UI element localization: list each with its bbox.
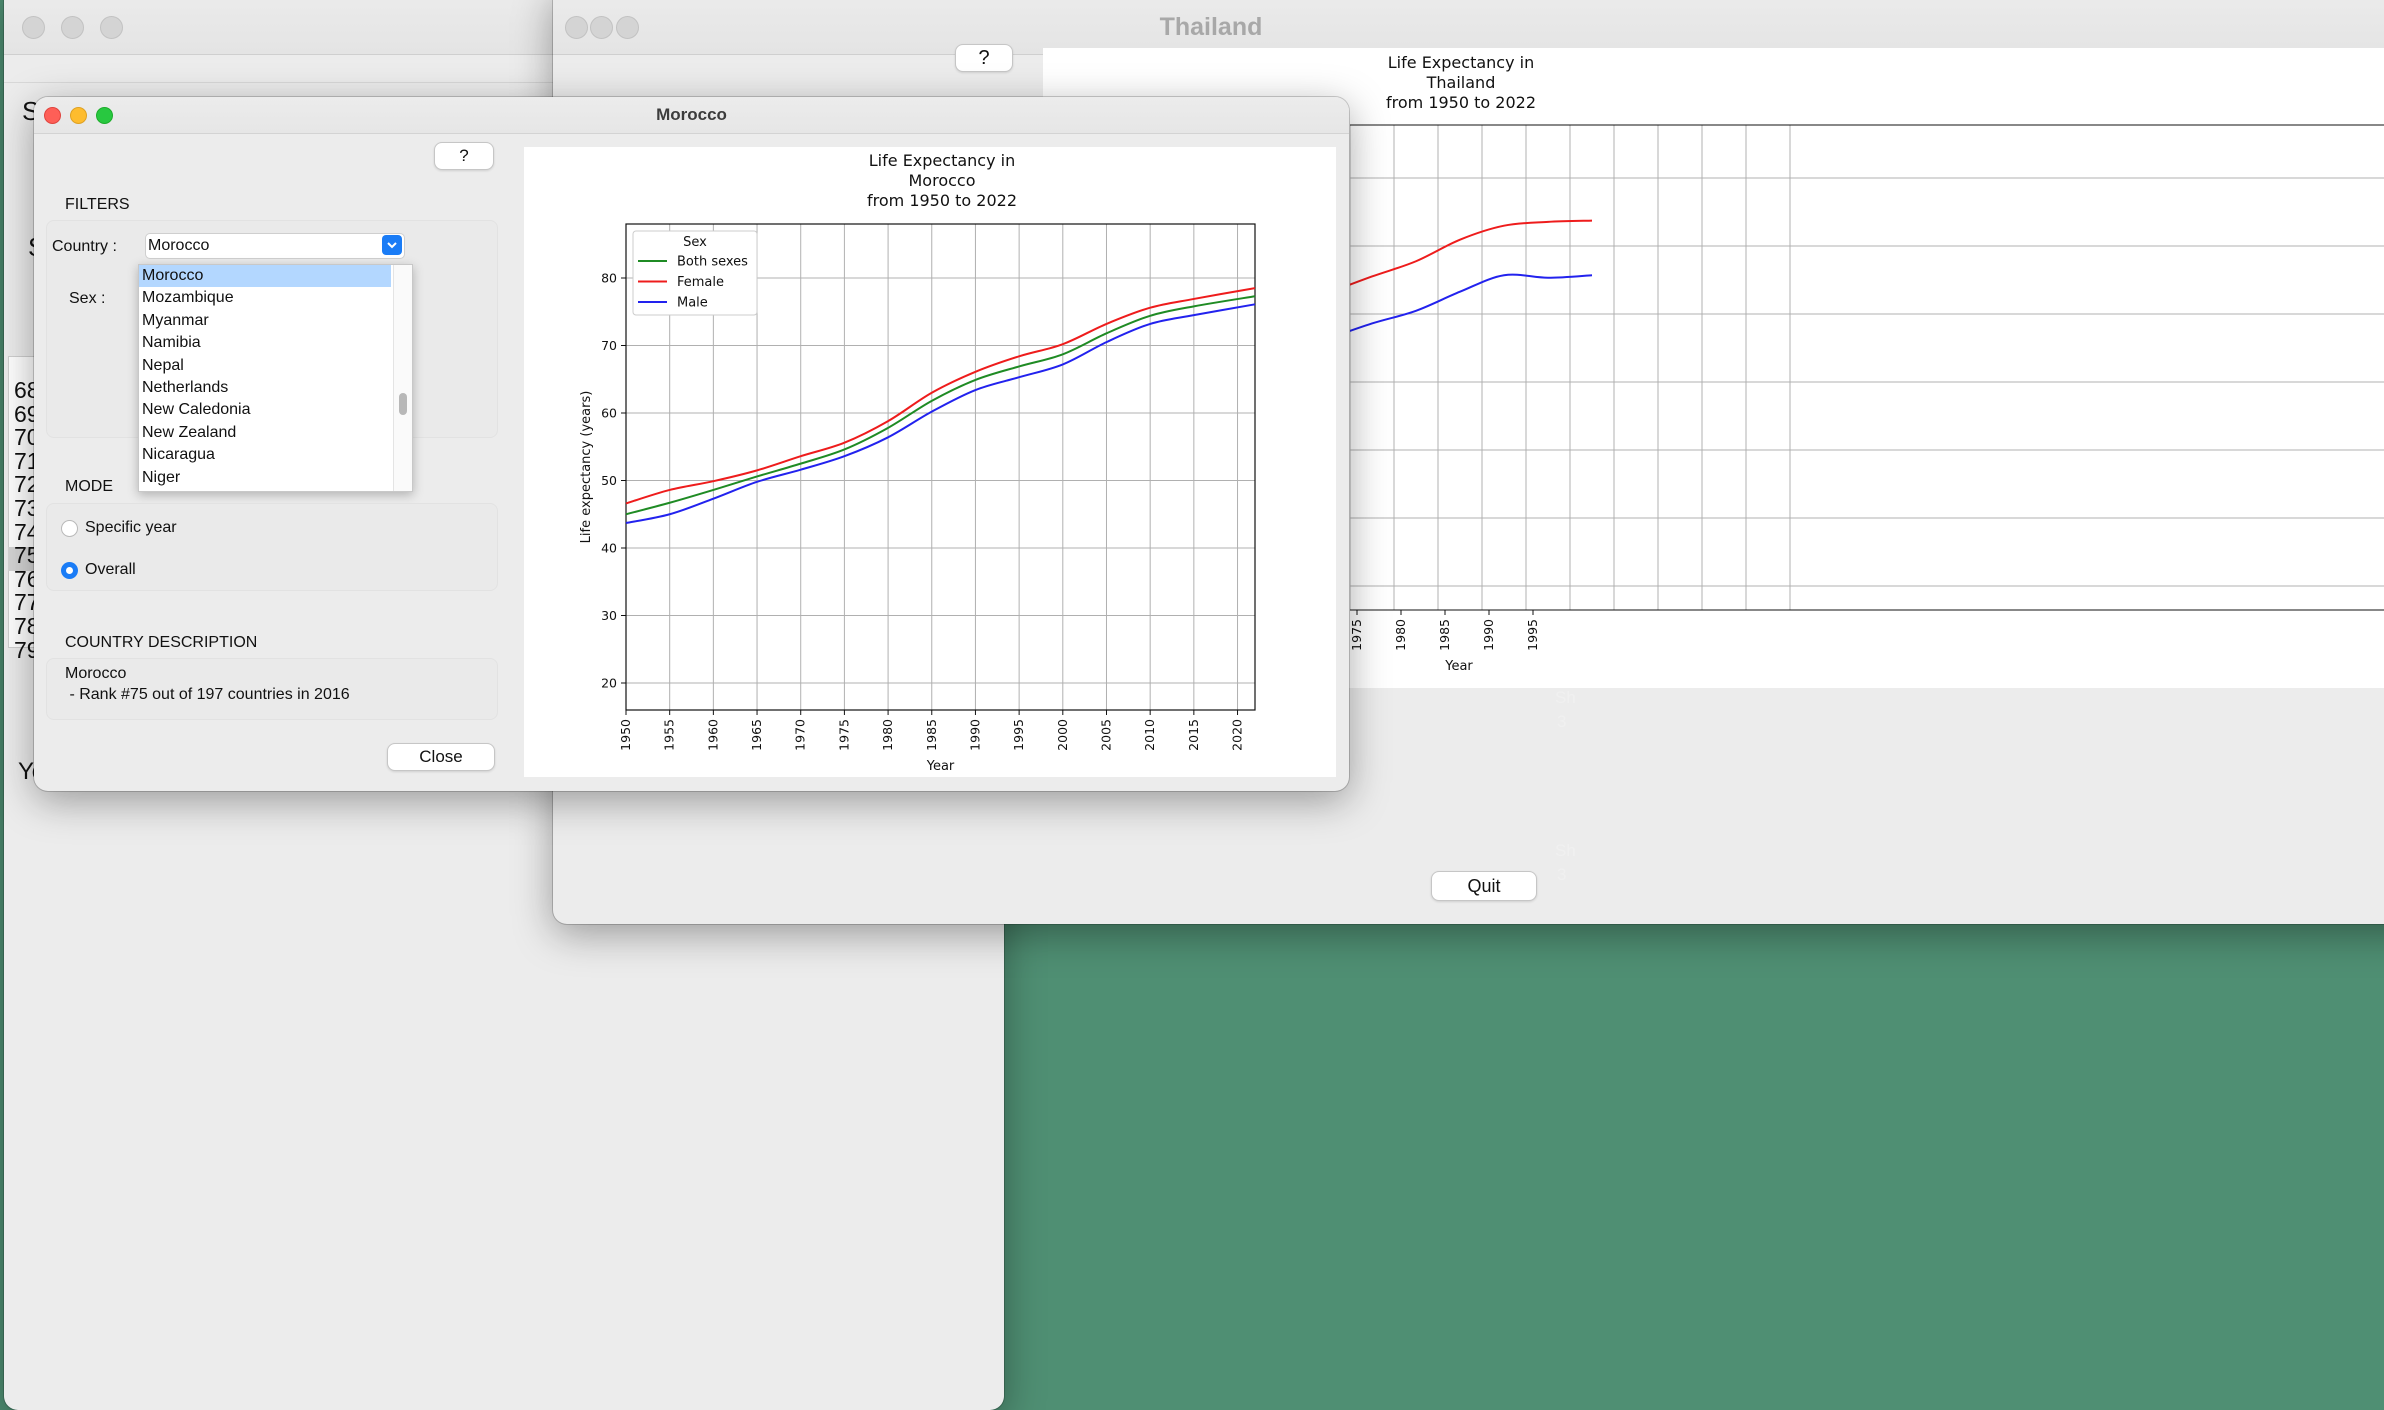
y-tick-label: 50 <box>601 473 617 488</box>
chart-title-line: Life Expectancy in <box>869 151 1015 170</box>
thailand-series-line-female <box>1327 219 1593 294</box>
zoom-light[interactable] <box>96 107 113 124</box>
dropdown-option[interactable]: Morocco <box>139 265 391 288</box>
y-tick-label: 60 <box>601 406 617 421</box>
edge-text-2: 3 <box>1557 712 1567 731</box>
morocco-window-title: Morocco <box>656 105 727 124</box>
country-dropdown-list[interactable]: Morocco Mozambique Myanmar Namibia Nepal Neth… <box>138 264 413 492</box>
y-tick-label: 70 <box>601 338 617 353</box>
thailand-chart-title-line: Life Expectancy in <box>1388 53 1534 72</box>
mode-heading: MODE <box>65 478 113 495</box>
legend-label: Female <box>677 275 724 290</box>
chart-title-line: from 1950 to 2022 <box>867 191 1017 210</box>
radio-overall-label: Overall <box>85 561 136 578</box>
zoom-light[interactable] <box>616 16 639 39</box>
x-tick-label: 1955 <box>662 719 677 751</box>
x-tick-label: 2010 <box>1142 719 1157 751</box>
description-line-2: - Rank #75 out of 197 countries in 2016 <box>65 686 350 703</box>
thailand-x-tick-label: 1980 <box>1393 619 1408 651</box>
edge-text-4: 3 <box>1557 865 1567 884</box>
dropdown-option[interactable]: Nicaragua <box>139 444 391 466</box>
minimize-light[interactable] <box>590 16 613 39</box>
close-light[interactable] <box>565 16 588 39</box>
y-tick-label: 20 <box>601 676 617 691</box>
thailand-x-tick-label: 1985 <box>1437 619 1452 651</box>
x-tick-label: 2015 <box>1186 719 1201 751</box>
x-tick-label: 2020 <box>1230 719 1245 751</box>
dropdown-scrollbar-track[interactable] <box>393 265 412 491</box>
y-tick-label: 30 <box>601 608 617 623</box>
y-tick-label: 80 <box>601 271 617 286</box>
x-tick-label: 1975 <box>836 719 851 751</box>
morocco-window: Morocco ? FILTERS Country : Morocco Sex … <box>34 97 1349 791</box>
country-label: Country : <box>52 238 117 255</box>
thailand-x-tick-label: 1975 <box>1349 619 1364 651</box>
edge-text-1: Sh <box>1555 688 1576 707</box>
radio-specific-year-label: Specific year <box>85 519 177 536</box>
dropdown-option[interactable]: Namibia <box>139 332 391 354</box>
x-tick-label: 1965 <box>749 719 764 751</box>
x-axis-label: Year <box>926 759 955 774</box>
dropdown-option[interactable]: New Zealand <box>139 422 391 444</box>
series-line-male <box>625 303 1256 525</box>
morocco-chart: Life Expectancy inMoroccofrom 1950 to 20… <box>579 151 1256 774</box>
close-button[interactable]: Close <box>387 743 495 771</box>
thailand-x-tick-label: 1990 <box>1481 619 1496 651</box>
x-tick-label: 1960 <box>705 719 720 751</box>
help-button[interactable]: ? <box>434 142 494 170</box>
thailand-chart-title-line: from 1950 to 2022 <box>1386 93 1536 112</box>
radio-unselected-icon[interactable] <box>61 520 78 537</box>
x-tick-label: 1970 <box>793 719 808 751</box>
thailand-window-title: Thailand <box>1159 13 1263 41</box>
dropdown-option[interactable]: Myanmar <box>139 310 391 332</box>
thailand-chart-title-line: Thailand <box>1426 73 1496 92</box>
sex-label: Sex : <box>69 290 106 307</box>
chart-legend: Sex Both sexes Female Male <box>632 230 758 316</box>
x-tick-label: 2005 <box>1098 719 1113 751</box>
minimize-light[interactable] <box>61 16 84 39</box>
dropdown-option[interactable]: New Caledonia <box>139 399 391 421</box>
thailand-x-axis-label: Year <box>1444 659 1473 674</box>
thailand-help-button[interactable]: ? <box>955 44 1013 72</box>
legend-label: Both sexes <box>677 255 748 270</box>
x-tick-label: 1950 <box>618 719 633 751</box>
series-line-both-sexes <box>625 295 1256 516</box>
dropdown-option[interactable]: Nepal <box>139 355 391 377</box>
zoom-light[interactable] <box>100 16 123 39</box>
minimize-light[interactable] <box>70 107 87 124</box>
x-tick-label: 1990 <box>967 719 982 751</box>
chart-title-line: Morocco <box>909 171 976 190</box>
y-tick-label: 40 <box>601 541 617 556</box>
thailand-x-tick-label: 1995 <box>1525 619 1540 651</box>
x-tick-label: 2000 <box>1055 719 1070 751</box>
country-select[interactable]: Morocco <box>145 233 405 259</box>
dropdown-option[interactable]: Niger <box>139 467 391 489</box>
close-light[interactable] <box>22 16 45 39</box>
description-line-1: Morocco <box>65 665 127 682</box>
morocco-plot-panel: Life Expectancy in Morocco from 1950 to 20… <box>524 147 1336 777</box>
close-light[interactable] <box>44 107 61 124</box>
legend-title: Sex <box>683 235 707 250</box>
dropdown-option[interactable]: Mozambique <box>139 287 391 309</box>
filters-heading: FILTERS <box>65 196 130 213</box>
country-select-value: Morocco <box>148 237 210 254</box>
radio-selected-icon[interactable] <box>61 562 78 579</box>
x-tick-label: 1985 <box>924 719 939 751</box>
dropdown-option[interactable]: Netherlands <box>139 377 391 399</box>
x-tick-label: 1980 <box>880 719 895 751</box>
y-axis-label: Life expectancy (years) <box>579 391 594 544</box>
edge-text-3: Sh <box>1555 841 1576 860</box>
thailand-series-line-male <box>1327 273 1593 340</box>
x-tick-label: 1995 <box>1011 719 1026 751</box>
dropdown-scrollbar-thumb[interactable] <box>399 393 407 415</box>
chevron-down-icon[interactable] <box>382 235 402 255</box>
country-description-heading: COUNTRY DESCRIPTION <box>65 634 258 651</box>
quit-button[interactable]: Quit <box>1431 871 1537 901</box>
legend-label: Male <box>677 296 708 311</box>
